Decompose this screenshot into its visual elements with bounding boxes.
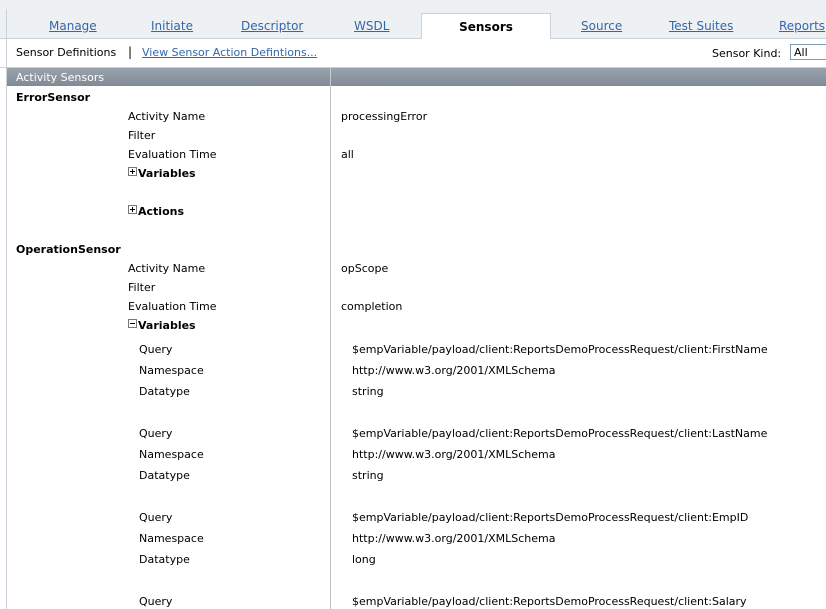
- query-value: $empVariable/payload/client:ReportsDemoP…: [352, 427, 768, 440]
- view-sensor-actions-link[interactable]: View Sensor Action Defintions...: [142, 46, 317, 59]
- evaluation-time-label: Evaluation Time: [128, 300, 217, 313]
- datatype-value: string: [352, 385, 384, 398]
- actions-label: Actions: [138, 205, 184, 218]
- sensor-table: Activity Sensors ErrorSensor Activity Na…: [6, 68, 826, 609]
- evaluation-time-value: all: [341, 148, 354, 161]
- datatype-value: long: [352, 553, 376, 566]
- tab-manage[interactable]: Manage: [49, 19, 97, 33]
- query-value: $empVariable/payload/client:ReportsDemoP…: [352, 595, 747, 608]
- query-label: Query: [139, 595, 173, 608]
- tab-sensors[interactable]: Sensors: [421, 13, 551, 40]
- sensor-name: OperationSensor: [16, 243, 121, 256]
- evaluation-time-label: Evaluation Time: [128, 148, 217, 161]
- sensor-kind-label: Sensor Kind:: [712, 47, 782, 60]
- tab-descriptor[interactable]: Descriptor: [241, 19, 303, 33]
- namespace-value: http://www.w3.org/2001/XMLSchema: [352, 364, 556, 377]
- collapse-minus-icon[interactable]: [128, 319, 137, 328]
- namespace-label: Namespace: [139, 448, 204, 461]
- tab-source[interactable]: Source: [581, 19, 622, 33]
- tab-test-suites[interactable]: Test Suites: [669, 19, 733, 33]
- sensor-name: ErrorSensor: [16, 91, 91, 104]
- actions-expander[interactable]: Actions: [128, 205, 184, 218]
- toolbar-border: [6, 39, 7, 67]
- datatype-label: Datatype: [139, 469, 190, 482]
- datatype-value: string: [352, 469, 384, 482]
- evaluation-time-value: completion: [341, 300, 403, 313]
- filter-label: Filter: [128, 281, 156, 294]
- activity-sensors-header: Activity Sensors: [16, 71, 105, 84]
- tab-initiate[interactable]: Initiate: [151, 19, 193, 33]
- expand-plus-icon[interactable]: [128, 205, 137, 214]
- namespace-value: http://www.w3.org/2001/XMLSchema: [352, 532, 556, 545]
- query-value: $empVariable/payload/client:ReportsDemoP…: [352, 343, 768, 356]
- activity-name-value: processingError: [341, 110, 428, 123]
- query-value: $empVariable/payload/client:ReportsDemoP…: [352, 511, 749, 524]
- expand-plus-icon[interactable]: [128, 167, 137, 176]
- variables-label: Variables: [138, 319, 196, 332]
- header-divider: [330, 68, 331, 86]
- query-label: Query: [139, 343, 173, 356]
- tab-bar-border: [6, 9, 7, 38]
- datatype-label: Datatype: [139, 553, 190, 566]
- tab-reports[interactable]: Reports: [779, 19, 825, 33]
- sensor-definitions-label: Sensor Definitions: [16, 46, 117, 59]
- column-divider: [330, 86, 331, 609]
- variables-expander[interactable]: Variables: [128, 319, 196, 332]
- query-label: Query: [139, 511, 173, 524]
- toolbar-separator: |: [128, 45, 133, 59]
- namespace-label: Namespace: [139, 532, 204, 545]
- tab-bar: Manage Initiate Descriptor WSDL Sensors …: [0, 0, 826, 40]
- namespace-value: http://www.w3.org/2001/XMLSchema: [352, 448, 556, 461]
- activity-name-label: Activity Name: [128, 262, 206, 275]
- activity-name-label: Activity Name: [128, 110, 206, 123]
- datatype-label: Datatype: [139, 385, 190, 398]
- namespace-label: Namespace: [139, 364, 204, 377]
- table-header: Activity Sensors: [7, 68, 826, 86]
- query-label: Query: [139, 427, 173, 440]
- sensor-toolbar: Sensor Definitions | View Sensor Action …: [0, 39, 826, 68]
- filter-label: Filter: [128, 129, 156, 142]
- variables-label: Variables: [138, 167, 196, 180]
- activity-name-value: opScope: [341, 262, 389, 275]
- variables-expander[interactable]: Variables: [128, 167, 196, 180]
- tab-wsdl[interactable]: WSDL: [354, 19, 389, 33]
- sensor-kind-select[interactable]: All: [790, 44, 826, 60]
